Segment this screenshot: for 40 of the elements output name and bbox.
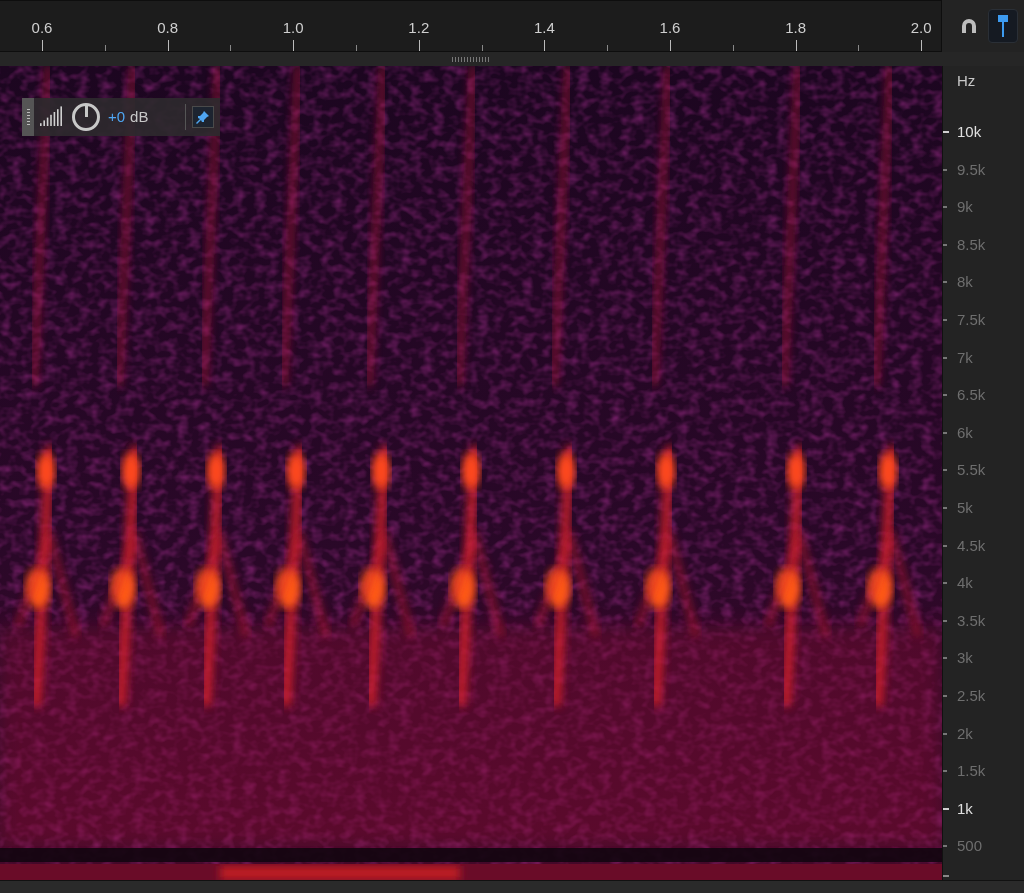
frequency-label: 1.5k [957,760,986,781]
marker-icon [997,14,1009,38]
time-label: 1.8 [785,18,806,38]
time-label: 1.2 [408,18,430,38]
marker-tool-button[interactable] [988,9,1018,43]
time-ruler[interactable]: 0.6 0.8 1.0 1.2 1.4 1.6 1.8 2.0 [0,0,942,52]
frequency-label: 2k [957,723,973,744]
time-label: 0.6 [31,18,53,38]
frequency-label: 7.5k [957,309,986,330]
axis-unit: Hz [957,71,976,91]
frequency-label: 9.5k [957,159,986,180]
gain-knob[interactable] [72,103,100,131]
frequency-label: 1k [957,798,973,819]
frequency-label: 4k [957,572,973,593]
time-label: 1.4 [533,18,555,38]
gain-unit: dB [130,106,149,127]
frequency-label: 10k [957,121,982,142]
frequency-label: 8k [957,272,973,293]
frequency-label: 500 [957,836,983,857]
frequency-label: 7k [957,347,973,368]
magnet-icon [960,18,978,34]
frequency-label: 5.5k [957,460,986,481]
time-label: 0.8 [157,18,178,38]
frequency-label: 6k [957,422,973,443]
frequency-label: 3k [957,648,973,669]
frequency-label: 4.5k [957,535,986,556]
time-label: 1.0 [282,18,304,38]
gain-value[interactable]: +0 [108,105,126,129]
frequency-label: 3.5k [957,610,986,631]
pin-icon [196,110,210,124]
frequency-label: 6.5k [957,384,986,405]
drag-handle[interactable] [22,98,34,136]
frequency-label: 2.5k [957,685,986,706]
level-bars-icon [40,106,64,128]
time-label: 1.6 [659,18,681,38]
frequency-label: 5k [957,497,973,518]
time-label: 2.0 [910,18,932,38]
frequency-label: 9k [957,196,973,217]
pin-button[interactable] [192,106,214,128]
frequency-label: 8.5k [957,234,986,255]
